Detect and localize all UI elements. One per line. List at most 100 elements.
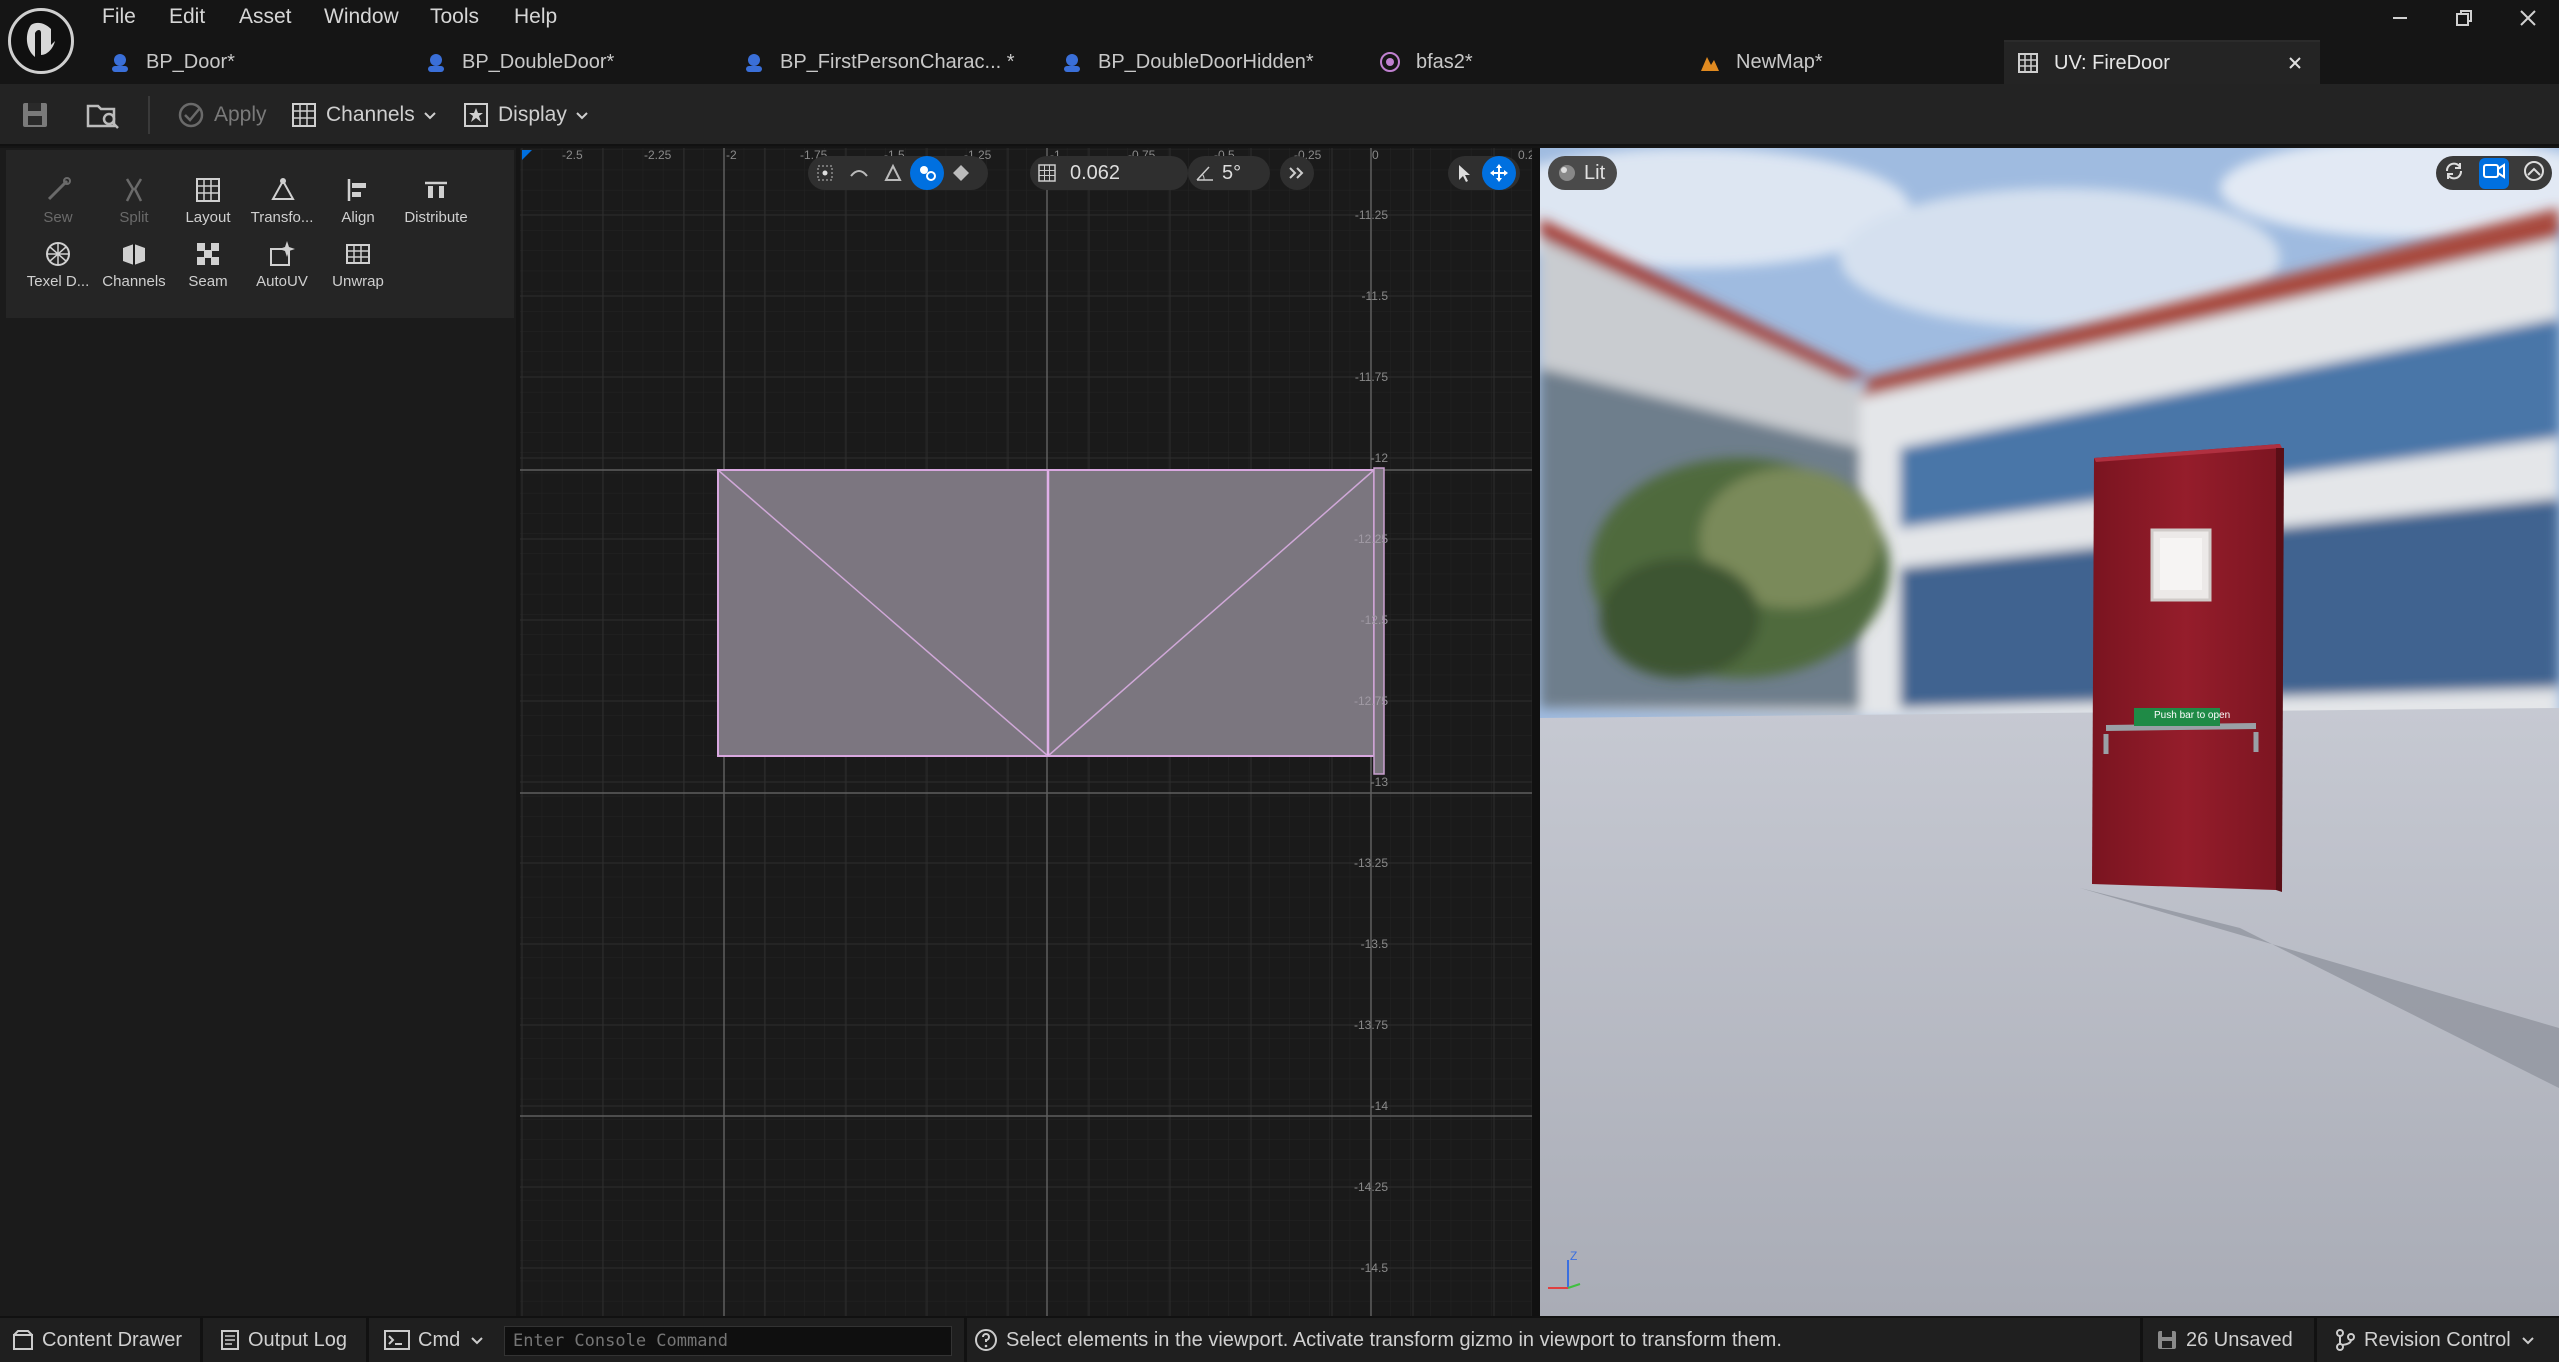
close-tab-icon[interactable]: [2286, 54, 2304, 78]
chevron-down-icon: [575, 103, 589, 127]
tool-distribute[interactable]: Distribute: [396, 164, 476, 226]
tool-split[interactable]: Split: [98, 164, 170, 226]
display-dropdown[interactable]: Display: [462, 94, 589, 136]
restore-icon: [2456, 10, 2472, 26]
axis-label-top: -2.25: [644, 148, 672, 162]
select-mode-button[interactable]: [1448, 156, 1482, 190]
output-log-label: Output Log: [248, 1328, 347, 1351]
select-mesh-button[interactable]: [944, 156, 978, 190]
tab-bp-firstpersoncharacter[interactable]: BP_FirstPersonCharac... *: [730, 40, 1046, 84]
tool-seam[interactable]: Seam: [172, 228, 244, 290]
tool-label: AutoUV: [256, 273, 308, 290]
content-drawer-button[interactable]: Content Drawer: [12, 1318, 182, 1362]
sew-icon: [47, 177, 71, 201]
channels-dropdown[interactable]: Channels: [290, 94, 437, 136]
select-edge-button[interactable]: [842, 156, 876, 190]
cmd-dropdown[interactable]: Cmd: [384, 1318, 484, 1362]
tool-sew[interactable]: Sew: [22, 164, 94, 226]
tab-bp-door[interactable]: BP_Door*: [96, 40, 406, 84]
tab-uv-firedoor[interactable]: UV: FireDoor: [2004, 40, 2320, 84]
tab-bp-doubledoorhidden[interactable]: BP_DoubleDoorHidden*: [1048, 40, 1364, 84]
view-mode-label: Lit: [1584, 161, 1606, 184]
more-options-button[interactable]: [1280, 156, 1314, 190]
tool-texel-density[interactable]: Texel D...: [22, 228, 94, 290]
close-window-button[interactable]: [2496, 0, 2559, 36]
unsaved-count: 26 Unsaved: [2186, 1328, 2293, 1351]
revision-control-dropdown[interactable]: Revision Control: [2334, 1318, 2535, 1362]
minimize-button[interactable]: [2368, 0, 2432, 36]
minimize-icon: [2393, 17, 2407, 19]
unwrap-icon: [346, 244, 370, 264]
grid-snap-control[interactable]: 0.062: [1030, 156, 1188, 190]
tab-label: BP_FirstPersonCharac... *: [780, 50, 1015, 73]
double-chevron-right-icon: [1280, 156, 1314, 190]
realtime-refresh-icon[interactable]: [2443, 160, 2465, 187]
seam-icon: [197, 243, 219, 265]
tab-newmap[interactable]: NewMap*: [1686, 40, 2002, 84]
menu-tools[interactable]: Tools: [428, 2, 481, 32]
menu-window[interactable]: Window: [322, 2, 401, 32]
tool-label: Layout: [185, 209, 231, 226]
output-log-button[interactable]: Output Log: [220, 1318, 347, 1362]
tool-channels[interactable]: Channels: [98, 228, 170, 290]
help-circle-icon: [974, 1328, 998, 1352]
tab-bfas2[interactable]: bfas2*: [1366, 40, 1684, 84]
fire-door-model[interactable]: [2092, 444, 2284, 892]
level-icon: [1698, 50, 1722, 74]
content-drawer-label: Content Drawer: [42, 1328, 183, 1351]
select-island-button[interactable]: [910, 156, 944, 190]
view-mode-lit-button[interactable]: Lit: [1548, 156, 1618, 190]
save-icon: [23, 103, 47, 127]
save-button[interactable]: [20, 94, 50, 136]
translate-mode-button[interactable]: [1482, 156, 1516, 190]
vertex-mode-icon: [817, 165, 833, 181]
tool-label: Transfo...: [250, 209, 314, 226]
uv-editor-viewport[interactable]: -2.5 -2.25 -2 -1.75 -1.5 -1.25 -1 -0.75 …: [520, 148, 1532, 1316]
uv-grid-icon: [2016, 51, 2040, 75]
tool-align[interactable]: Align: [322, 164, 394, 226]
tool-transform[interactable]: Transfo...: [246, 164, 318, 226]
uv-island[interactable]: [717, 467, 1385, 775]
material-icon: [1378, 50, 1402, 74]
display-label: Display: [498, 103, 567, 126]
axis-label-right: -13.75: [1353, 1018, 1388, 1032]
tool-label: Texel D...: [26, 273, 90, 290]
tool-layout[interactable]: Layout: [172, 164, 244, 226]
tool-panel: [0, 148, 516, 1316]
viewport-options-toolbar: [2436, 156, 2552, 190]
unreal-logo-icon[interactable]: [8, 8, 74, 74]
browse-asset-button[interactable]: [86, 94, 120, 136]
lit-sphere-icon: [1559, 165, 1575, 181]
menu-file[interactable]: File: [100, 2, 138, 32]
tool-label: Split: [119, 209, 149, 226]
restore-button[interactable]: [2432, 0, 2496, 36]
angle-snap-icon: [1188, 156, 1222, 190]
tool-label: Channels: [102, 273, 166, 290]
console-command-input[interactable]: [504, 1326, 952, 1356]
axis-label-right: -12.25: [1353, 532, 1388, 546]
cmd-label: Cmd: [418, 1328, 461, 1351]
splitter[interactable]: [1532, 148, 1540, 1316]
axis-label-top: -2: [726, 148, 737, 162]
menu-help[interactable]: Help: [512, 2, 559, 32]
show-background-icon[interactable]: [2523, 160, 2545, 187]
menu-edit[interactable]: Edit: [167, 2, 207, 32]
axis-label-top: 0.2: [1518, 148, 1532, 162]
menu-asset[interactable]: Asset: [237, 2, 294, 32]
statusbar-divider: [366, 1318, 369, 1362]
select-triangle-button[interactable]: [876, 156, 910, 190]
door-sign-text: Push bar to open: [2154, 710, 2231, 721]
3d-preview-viewport[interactable]: Z Push bar to open Lit: [1540, 148, 2559, 1316]
tab-label: bfas2*: [1416, 50, 1473, 73]
tool-unwrap[interactable]: Unwrap: [322, 228, 394, 290]
apply-button[interactable]: Apply: [176, 94, 267, 136]
autouv-icon: [270, 241, 295, 266]
angle-snap-control[interactable]: 5°: [1188, 156, 1270, 190]
chevron-down-icon: [423, 103, 437, 127]
camera-button[interactable]: [2479, 157, 2509, 189]
axis-label-right: -12.75: [1353, 694, 1388, 708]
unsaved-button[interactable]: 26 Unsaved: [2156, 1318, 2293, 1362]
select-vertex-button[interactable]: [808, 156, 842, 190]
tab-bp-doubledoor[interactable]: BP_DoubleDoor*: [412, 40, 722, 84]
tool-autouv[interactable]: AutoUV: [246, 228, 318, 290]
